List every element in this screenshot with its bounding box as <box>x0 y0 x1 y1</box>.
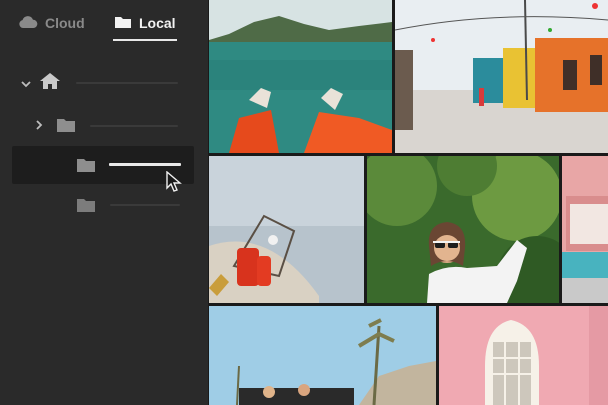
folder-icon <box>114 15 132 32</box>
tree-item-label-placeholder <box>76 82 178 84</box>
chevron-down-icon[interactable] <box>20 76 32 94</box>
tree-item-folder-selected[interactable] <box>12 146 194 192</box>
colorful-street-photo[interactable] <box>395 0 608 153</box>
tab-local-label: Local <box>139 15 176 31</box>
tree-item-home[interactable] <box>0 62 208 100</box>
tree-item-label-placeholder <box>90 125 178 127</box>
sidebar: Cloud Local <box>0 0 208 405</box>
pink-wall-window-photo[interactable] <box>439 306 608 405</box>
lake-feet-photo[interactable] <box>209 0 392 153</box>
tab-cloud-label: Cloud <box>45 15 85 31</box>
home-icon <box>39 72 61 95</box>
tree-item-folder[interactable] <box>0 106 208 144</box>
cloud-icon <box>18 15 38 32</box>
active-tab-indicator <box>113 39 177 41</box>
tab-local[interactable]: Local <box>114 10 176 36</box>
folder-icon <box>56 117 76 138</box>
tree-item-folder[interactable] <box>0 186 208 224</box>
chevron-right-icon[interactable] <box>34 118 44 136</box>
tree-item-label-placeholder <box>110 204 180 206</box>
tree-item-label-placeholder <box>109 163 181 166</box>
tab-cloud[interactable]: Cloud <box>18 10 85 36</box>
folder-icon <box>76 157 96 178</box>
pink-building-photo[interactable] <box>562 156 608 303</box>
desert-car-photo[interactable] <box>209 306 436 405</box>
folder-icon <box>76 197 96 218</box>
photo-gallery <box>208 0 608 405</box>
boat-lobster-trap-photo[interactable] <box>209 156 364 303</box>
woman-sunglasses-photo[interactable] <box>367 156 559 303</box>
